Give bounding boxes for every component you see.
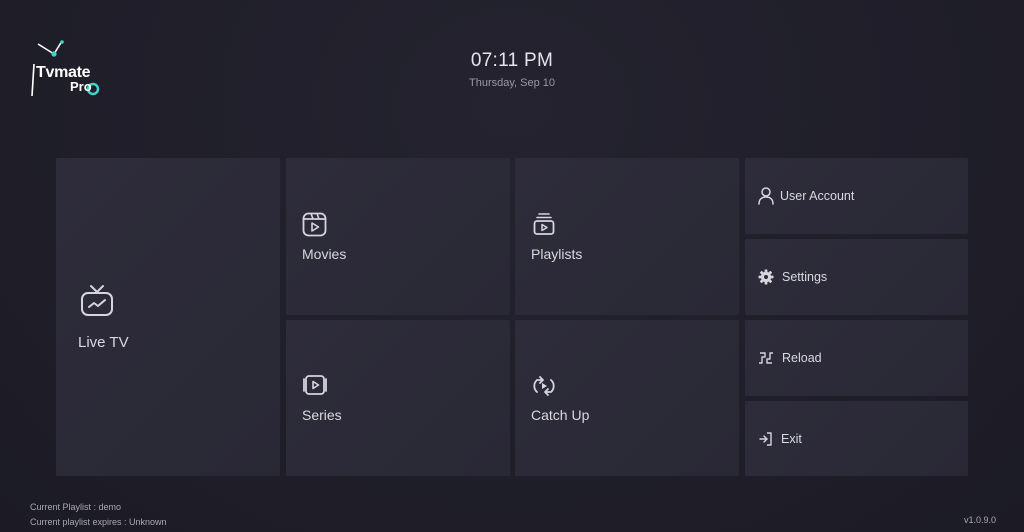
tile-live-tv-label: Live TV [78, 334, 129, 351]
tile-movies[interactable]: Movies [286, 158, 510, 315]
tile-catch-up[interactable]: Catch Up [515, 320, 739, 476]
playlist-icon [533, 212, 555, 236]
tile-movies-label: Movies [302, 246, 347, 262]
tile-catch-up-label: Catch Up [531, 407, 590, 423]
film-icon [302, 212, 327, 237]
tile-playlists[interactable]: Playlists [515, 158, 739, 315]
home-screen: Tvmate Pro 07:11 PM Thursday, Sep 10 Liv… [0, 0, 1024, 532]
playlist-expires-text: Current playlist expires : Unknown [30, 517, 167, 527]
version-text: v1.0.9.0 [963, 515, 996, 525]
menu-user-account-label: User Account [780, 189, 855, 203]
menu-settings[interactable]: Settings [745, 239, 968, 315]
clock: 07:11 PM Thursday, Sep 10 [0, 50, 1024, 89]
menu-reload[interactable]: Reload [745, 320, 968, 396]
reload-icon [758, 351, 774, 365]
menu-exit[interactable]: Exit [745, 401, 968, 476]
exit-icon [759, 432, 773, 446]
tile-series[interactable]: Series [286, 320, 510, 476]
series-icon [302, 374, 328, 396]
playlist-info: Current Playlist : demo Current playlist… [30, 500, 167, 530]
menu-settings-label: Settings [782, 270, 828, 284]
tv-icon [80, 284, 114, 318]
current-playlist-text: Current Playlist : demo [30, 502, 122, 512]
gear-icon [758, 269, 774, 285]
catchup-icon [531, 374, 557, 398]
clock-time: 07:11 PM [470, 50, 554, 71]
menu-exit-label: Exit [781, 432, 802, 446]
menu-reload-label: Reload [782, 351, 822, 365]
user-icon [758, 187, 774, 205]
tile-playlists-label: Playlists [531, 246, 583, 262]
clock-date: Thursday, Sep 10 [468, 77, 555, 89]
menu-user-account[interactable]: User Account [745, 158, 968, 234]
tile-live-tv[interactable]: Live TV [56, 158, 280, 476]
tile-series-label: Series [302, 407, 342, 423]
